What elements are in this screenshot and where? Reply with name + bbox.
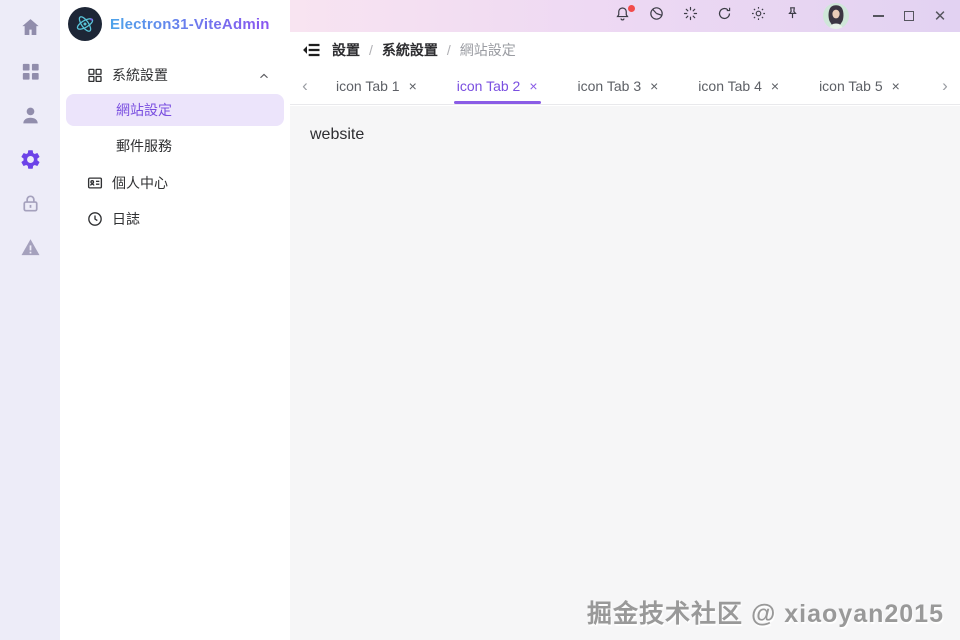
sidebar-subitem-label: 郵件服務	[116, 136, 172, 156]
maximize-icon	[904, 11, 914, 21]
tab-label: icon Tab 2	[457, 78, 521, 94]
breadcrumb-item[interactable]: 設置	[332, 40, 360, 60]
pie-chart-button[interactable]	[647, 7, 666, 26]
settings-button[interactable]	[749, 7, 768, 26]
tab-close-icon[interactable]: ×	[650, 79, 658, 93]
rail-item-warning[interactable]	[0, 228, 60, 272]
user-avatar[interactable]	[823, 3, 849, 29]
tab-close-icon[interactable]: ×	[892, 79, 900, 93]
sidebar-item-website-settings[interactable]: 網站設定	[66, 94, 284, 126]
app-window: Electron31-ViteAdmin 系統設置 網站設定 郵件服務	[0, 0, 960, 640]
breadcrumb-row: 設置 / 系統設置 / 網站設定	[290, 32, 960, 68]
chevron-up-icon	[258, 69, 270, 81]
refresh-button[interactable]	[715, 7, 734, 26]
sidebar-item-mail-service[interactable]: 郵件服務	[66, 130, 284, 162]
tab-icon-tab-2[interactable]: icon Tab 2 ×	[457, 68, 538, 104]
breadcrumb-separator: /	[447, 42, 451, 58]
tab-close-icon[interactable]: ×	[529, 79, 537, 93]
chevron-left-icon: ‹	[302, 76, 308, 96]
app-title: Electron31-ViteAdmin	[110, 16, 270, 33]
collapse-sidebar-button[interactable]	[302, 40, 322, 60]
pin-icon	[784, 5, 801, 27]
icon-rail	[0, 0, 60, 640]
page-content: website	[290, 106, 960, 640]
minimize-button[interactable]	[870, 8, 886, 24]
close-button[interactable]: ✕	[932, 8, 948, 24]
tab-label: icon Tab 5	[819, 78, 883, 94]
tabs-scroll-left-button[interactable]: ‹	[294, 68, 316, 104]
warning-icon	[19, 236, 42, 264]
sidebar: Electron31-ViteAdmin 系統設置 網站設定 郵件服務	[60, 0, 290, 640]
gear-icon	[750, 5, 767, 27]
tab-icon-tab-1[interactable]: icon Tab 1 ×	[336, 68, 417, 104]
lock-icon	[19, 192, 42, 220]
rail-item-dashboard[interactable]	[0, 52, 60, 96]
tab-label: icon Tab 1	[336, 78, 400, 94]
tab-close-icon[interactable]: ×	[409, 79, 417, 93]
dashboard-icon	[19, 60, 42, 88]
tab-label: icon Tab 3	[578, 78, 642, 94]
tab-icon-tab-3[interactable]: icon Tab 3 ×	[578, 68, 659, 104]
rail-item-settings[interactable]	[0, 140, 60, 184]
electron-logo-icon	[68, 7, 102, 41]
sidebar-item-label: 日誌	[112, 209, 270, 229]
settings-icon	[19, 148, 42, 176]
sidebar-item-personal-center[interactable]: 個人中心	[66, 166, 284, 200]
menu-grid-icon	[86, 66, 104, 84]
minimize-icon	[873, 15, 884, 17]
maximize-button[interactable]	[901, 8, 917, 24]
refresh-icon	[716, 5, 733, 27]
rays-icon	[682, 5, 699, 27]
tab-bar: ‹ icon Tab 1 × icon Tab 2 × icon Tab 3 ×…	[290, 68, 960, 105]
rail-item-user[interactable]	[0, 96, 60, 140]
notification-dot	[628, 5, 635, 12]
sidebar-item-label: 系統設置	[112, 65, 258, 85]
breadcrumb-item[interactable]: 系統設置	[382, 40, 438, 60]
rail-item-home[interactable]	[0, 8, 60, 52]
breadcrumb: 設置 / 系統設置 / 網站設定	[332, 40, 516, 60]
tab-icon-tab-5[interactable]: icon Tab 5 ×	[819, 68, 900, 104]
id-card-icon	[86, 174, 104, 192]
pin-button[interactable]	[783, 7, 802, 26]
breadcrumb-separator: /	[369, 42, 373, 58]
rays-button[interactable]	[681, 7, 700, 26]
page-text: website	[310, 126, 940, 144]
tab-icon-tab-4[interactable]: icon Tab 4 ×	[698, 68, 779, 104]
home-icon	[19, 16, 42, 44]
sidebar-item-system-settings[interactable]: 系統設置	[66, 58, 284, 92]
rail-item-lock[interactable]	[0, 184, 60, 228]
sidebar-subitem-label: 網站設定	[116, 100, 172, 120]
sidebar-menu: 系統設置 網站設定 郵件服務 個人中心 日誌	[60, 48, 290, 236]
pie-chart-icon	[648, 5, 665, 27]
tabs-scroll-right-button[interactable]: ›	[934, 68, 956, 104]
titlebar: ✕	[290, 0, 960, 32]
sidebar-item-logs[interactable]: 日誌	[66, 202, 284, 236]
chevron-right-icon: ›	[942, 76, 948, 96]
menu-fold-icon	[302, 47, 322, 64]
close-icon: ✕	[934, 7, 947, 25]
sidebar-item-label: 個人中心	[112, 173, 270, 193]
tab-label: icon Tab 4	[698, 78, 762, 94]
notification-bell-button[interactable]	[613, 7, 632, 26]
logo-row[interactable]: Electron31-ViteAdmin	[60, 0, 290, 48]
user-icon	[19, 104, 42, 132]
main-area: ✕ 設置 / 系統設置 / 網站設定 ‹ icon Tab 1 × icon T	[290, 0, 960, 640]
tab-close-icon[interactable]: ×	[771, 79, 779, 93]
history-icon	[86, 210, 104, 228]
breadcrumb-item-current: 網站設定	[460, 40, 516, 60]
